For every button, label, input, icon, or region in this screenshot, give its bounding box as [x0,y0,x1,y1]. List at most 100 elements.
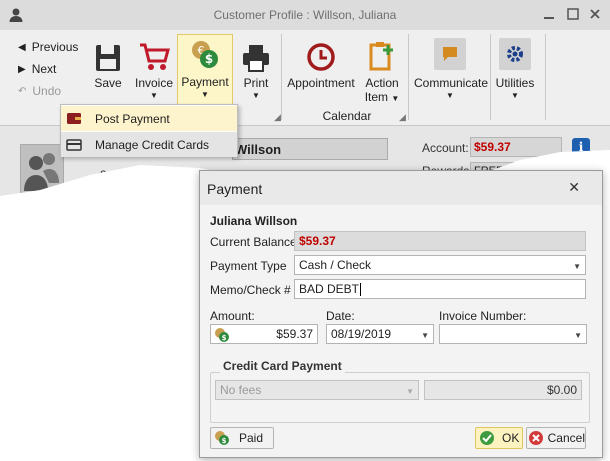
chevron-down-icon: ▼ [574,331,582,340]
print-button[interactable]: Print ▼ [231,36,281,102]
amount-label: Amount: [210,309,255,323]
info-icon[interactable]: i [572,138,590,156]
payment-dropdown-menu: Post Payment Manage Credit Cards [60,104,238,157]
chevron-down-icon: ▼ [421,331,429,340]
coins-icon: $ [215,431,229,445]
undo-icon: ↶ [18,85,27,97]
window-title: Customer Profile : Willson, Juliana [213,8,397,22]
invoice-number-label: Invoice Number: [439,309,527,323]
close-window-icon[interactable] [588,7,602,21]
appointment-button[interactable]: Appointment [287,36,355,90]
chevron-down-icon: ▼ [150,91,158,100]
undo-button[interactable]: ↶ Undo [18,84,88,98]
utilities-label: Utilities [495,76,535,90]
svg-text:$: $ [222,437,227,445]
date-value: 08/19/2019 [331,327,392,341]
next-button[interactable]: ▶ Next [18,62,88,76]
menu-item-manage-credit-cards[interactable]: Manage Credit Cards [61,132,237,157]
current-balance-field: $59.37 [294,231,586,251]
invoice-label: Invoice [134,76,174,90]
chevron-down-icon: ▼ [252,91,260,100]
chevron-down-icon: ▼ [201,90,209,99]
payment-button[interactable]: € $ Payment ▼ [177,34,233,106]
printer-icon [243,45,269,72]
fee-value: No fees [220,383,262,397]
ribbon-separator [281,34,282,120]
menu-item-post-payment[interactable]: Post Payment [61,106,237,131]
appointment-label: Appointment [287,76,355,90]
communicate-button[interactable]: Communicate ▼ [414,36,489,102]
menu-item-label: Post Payment [95,111,170,126]
save-icon [96,45,120,71]
people-icon [24,153,59,191]
dialog-title-bar: Payment ✕ [200,171,602,205]
text-caret [360,283,362,297]
minimize-icon[interactable] [542,7,556,21]
print-label: Print [243,76,269,90]
close-icon[interactable]: ✕ [568,179,580,196]
payment-dialog: Payment ✕ Juliana Willson Current Balanc… [199,170,603,458]
checkmark-icon [480,431,494,445]
speech-bubble-icon [443,47,457,61]
amount-value: $59.37 [276,327,313,341]
paid-button[interactable]: $ Paid [210,427,274,449]
account-label: Account: [422,141,469,155]
cancel-button[interactable]: Cancel [526,427,586,449]
account-balance-field: $59.37 [470,137,562,157]
fee-amount-field: $0.00 [424,380,582,400]
save-button[interactable]: Save [83,36,133,90]
menu-item-label: Manage Credit Cards [95,137,210,152]
ribbon-separator [408,34,409,120]
save-label: Save [94,76,122,90]
maximize-icon[interactable] [566,7,580,21]
chevron-down-icon: ▼ [406,387,414,396]
fee-select[interactable]: No fees ▼ [215,380,419,400]
payment-label: Payment [181,75,229,89]
payment-type-label: Payment Type [210,259,287,273]
memo-input[interactable]: BAD DEBT [294,279,586,299]
payment-type-value: Cash / Check [299,258,372,272]
credit-card-section-title: Credit Card Payment [220,359,345,373]
coins-icon: $ [215,328,229,342]
triangle-left-icon: ◀ [18,41,26,53]
triangle-right-icon: ▶ [18,63,26,75]
current-balance-label: Current Balance [210,235,297,249]
memo-value: BAD DEBT [299,282,360,296]
shopping-cart-icon [140,43,170,70]
memo-label: Memo/Check # [210,283,291,297]
chevron-down-icon: ▼ [573,262,581,271]
dialog-body: Juliana Willson Current Balance $59.37 P… [200,205,602,457]
payment-type-select[interactable]: Cash / Check ▼ [294,255,586,275]
avatar [20,144,64,196]
phone-field[interactable]: 9-0555-8462 [100,168,168,182]
utilities-button[interactable]: Utilities ▼ [490,36,540,102]
gear-icon [507,46,523,62]
amount-input[interactable]: $ $59.37 [210,324,318,344]
group-expander-icon[interactable]: ◢ [274,112,281,123]
cancel-icon [529,431,544,445]
dialog-title: Payment [207,181,263,197]
date-picker[interactable]: 08/19/2019 ▼ [326,324,434,344]
profile-name-field[interactable]: Willson [232,138,388,160]
action-item-button[interactable]: Action Item ▼ [357,36,407,104]
previous-button[interactable]: ◀ Previous [18,40,88,54]
invoice-button[interactable]: Invoice ▼ [129,36,179,102]
ok-button[interactable]: OK [475,427,523,449]
cancel-label: Cancel [547,431,585,445]
money-coins-icon: €$ [192,41,218,68]
chevron-down-icon: ▼ [511,91,519,100]
chevron-down-icon: ▼ [446,91,454,100]
invoice-number-select[interactable]: ▼ [439,324,587,344]
clipboard-add-icon [369,42,393,71]
ribbon-separator [545,34,546,120]
communicate-label: Communicate [414,76,489,90]
group-expander-icon[interactable]: ◢ [399,112,406,123]
calendar-group-label: Calendar [322,109,372,123]
clock-icon [307,43,335,71]
svg-text:$: $ [205,52,213,66]
date-label: Date: [326,309,355,323]
next-label: Next [31,62,57,76]
customer-name: Juliana Willson [210,214,298,228]
svg-text:$: $ [222,334,227,342]
previous-label: Previous [31,40,79,54]
